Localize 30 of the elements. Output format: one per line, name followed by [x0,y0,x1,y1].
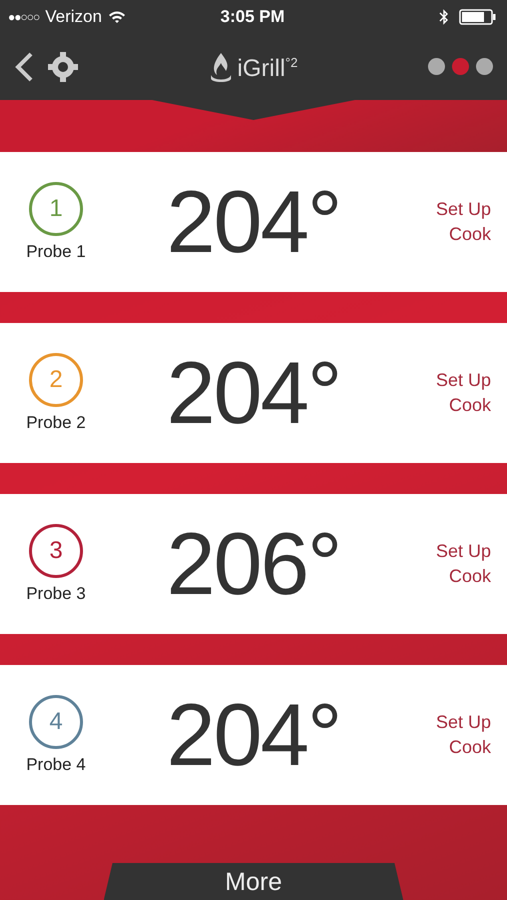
probe-name: Probe 4 [26,755,86,775]
probe-name: Probe 3 [26,584,86,604]
settings-icon[interactable] [46,50,80,84]
probe-number-badge: 1 [29,182,83,236]
probe-name: Probe 1 [26,242,86,262]
back-icon[interactable] [14,52,34,82]
page-indicator-dot[interactable] [452,58,469,75]
set-up-cook-link[interactable]: Set Up Cook [411,539,491,589]
wifi-icon [108,10,126,24]
page-indicator-dot[interactable] [476,58,493,75]
set-up-cook-link[interactable]: Set Up Cook [411,710,491,760]
carrier-name: Verizon [45,6,102,26]
set-up-cook-link[interactable]: Set Up Cook [411,368,491,418]
temperature-reading: 204° [165,171,342,273]
bluetooth-icon [439,8,449,24]
more-button[interactable]: More [104,863,404,900]
flame-icon [209,50,234,82]
set-up-cook-link[interactable]: Set Up Cook [411,197,491,247]
clock-time: 3:05 PM [220,6,285,26]
temperature-reading: 204° [165,342,342,444]
probe-number-badge: 2 [29,353,83,407]
probe-name: Probe 2 [26,413,86,433]
battery-icon [459,8,497,24]
page-indicator-dot[interactable] [428,58,445,75]
temperature-reading: 204° [165,684,342,786]
signal-strength: ●●○○○ [8,10,40,24]
temperature-reading: 206° [165,513,342,615]
probe-number-badge: 3 [29,524,83,578]
app-logo: iGrill$^{°2}$ [209,50,298,82]
probe-number-badge: 4 [29,695,83,749]
